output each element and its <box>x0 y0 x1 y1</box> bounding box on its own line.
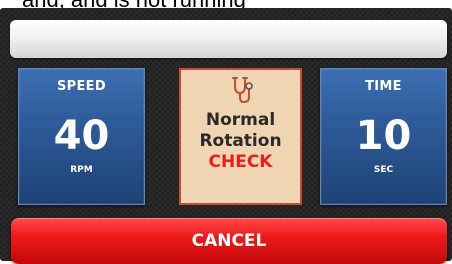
status-tile: Normal Rotation CHECK <box>179 68 302 205</box>
status-line-normal: Normal <box>205 110 276 130</box>
time-tile: TIME 10 SEC <box>320 68 447 205</box>
time-unit: SEC <box>373 165 394 175</box>
status-line-rotation: Rotation <box>199 131 282 151</box>
time-label: TIME <box>365 79 402 94</box>
speed-value: 40 <box>53 113 110 159</box>
speed-label: SPEED <box>57 79 106 94</box>
status-check-label: CHECK <box>208 152 273 172</box>
cancel-button[interactable]: CANCEL <box>11 218 447 264</box>
title-bar <box>10 20 447 58</box>
speed-tile: SPEED 40 RPM <box>18 68 145 205</box>
device-panel: SPEED 40 RPM Normal Rotation CHECK TIME … <box>0 8 452 264</box>
time-value: 10 <box>355 113 412 159</box>
stethoscope-icon <box>230 76 254 104</box>
speed-unit: RPM <box>70 165 93 175</box>
